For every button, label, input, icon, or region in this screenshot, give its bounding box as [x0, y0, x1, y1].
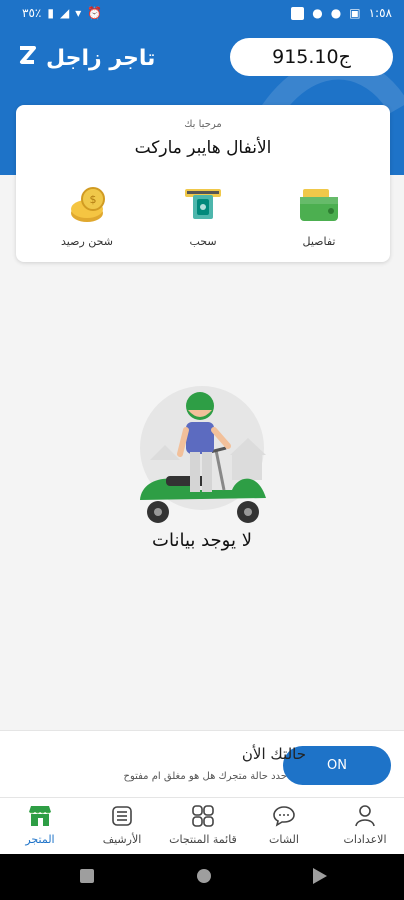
brand-logo-icon [14, 44, 40, 70]
location-icon: ● [312, 6, 323, 20]
nav-archive[interactable]: الأرشيف [82, 804, 162, 846]
balance-display[interactable]: 915.10ج [230, 38, 393, 76]
nav-chat[interactable]: الشات [244, 804, 324, 846]
withdraw-button[interactable]: سحب [163, 185, 243, 248]
status-subtitle: حدد حالة متجرك هل هو مغلق ام مفتوح [123, 771, 287, 782]
nav-chat-label: الشات [269, 833, 299, 846]
app-title: تاجر زاجل [46, 46, 156, 71]
list-icon [112, 806, 132, 826]
details-button[interactable]: تفاصيل [279, 185, 359, 248]
back-button[interactable] [313, 868, 327, 888]
nav-store[interactable]: المتجر [0, 804, 80, 846]
battery-percent: ٣٥٪ [22, 6, 42, 20]
alarm-icon: ⏰ [87, 6, 103, 20]
atm-withdraw-icon [185, 189, 221, 219]
wallet-icon [300, 189, 338, 221]
details-label: تفاصيل [302, 235, 336, 248]
clock-time: ١:٥٨ [368, 6, 392, 20]
greeting-text: مرحبا بك [184, 119, 222, 130]
grid-icon [192, 805, 214, 827]
wifi-icon: ▾ [75, 6, 82, 20]
store-name: الأنفال هايبر ماركت [134, 138, 272, 158]
signal-icon: ◢ [59, 6, 70, 20]
nav-archive-label: الأرشيف [102, 833, 142, 846]
chat-icon [273, 806, 295, 827]
nav-settings-label: الاعدادات [343, 833, 387, 846]
withdraw-label: سحب [189, 235, 217, 248]
battery-icon: ▮ [47, 6, 54, 20]
location-icon-2: ● [330, 6, 342, 20]
nav-settings[interactable]: الاعدادات [325, 804, 404, 846]
system-nav-bar [0, 854, 404, 900]
topup-button[interactable]: $ شحن رصيد [47, 185, 127, 248]
home-button[interactable] [196, 868, 212, 888]
merchant-card: مرحبا بك الأنفال هايبر ماركت تفاصيل سحب … [16, 105, 390, 262]
svg-text:$: $ [90, 193, 97, 206]
store-status-row: ON حالتك الأن حدد حالة متجرك هل هو مغلق … [0, 730, 404, 797]
recent-apps-button[interactable] [80, 868, 94, 887]
bottom-nav: الاعدادات الشات قائمة المنتجات الأرشيف ا… [0, 797, 404, 854]
notification-icon [291, 6, 305, 20]
dnd-icon: ▣ [349, 6, 361, 20]
nav-store-label: المتجر [25, 833, 55, 846]
empty-message: لا يوجد بيانات [152, 530, 252, 551]
coins-icon: $ [71, 187, 105, 222]
status-title: حالتك الأن [241, 745, 306, 763]
status-bar: ● ● ▣ ١:٥٨ ٣٥٪ ▮ ◢ ▾ ⏰ [0, 0, 404, 28]
nav-products[interactable]: قائمة المنتجات [163, 804, 243, 846]
store-icon [29, 806, 51, 826]
person-icon [355, 805, 375, 827]
nav-products-label: قائمة المنتجات [169, 833, 237, 846]
topup-label: شحن رصيد [61, 235, 113, 248]
